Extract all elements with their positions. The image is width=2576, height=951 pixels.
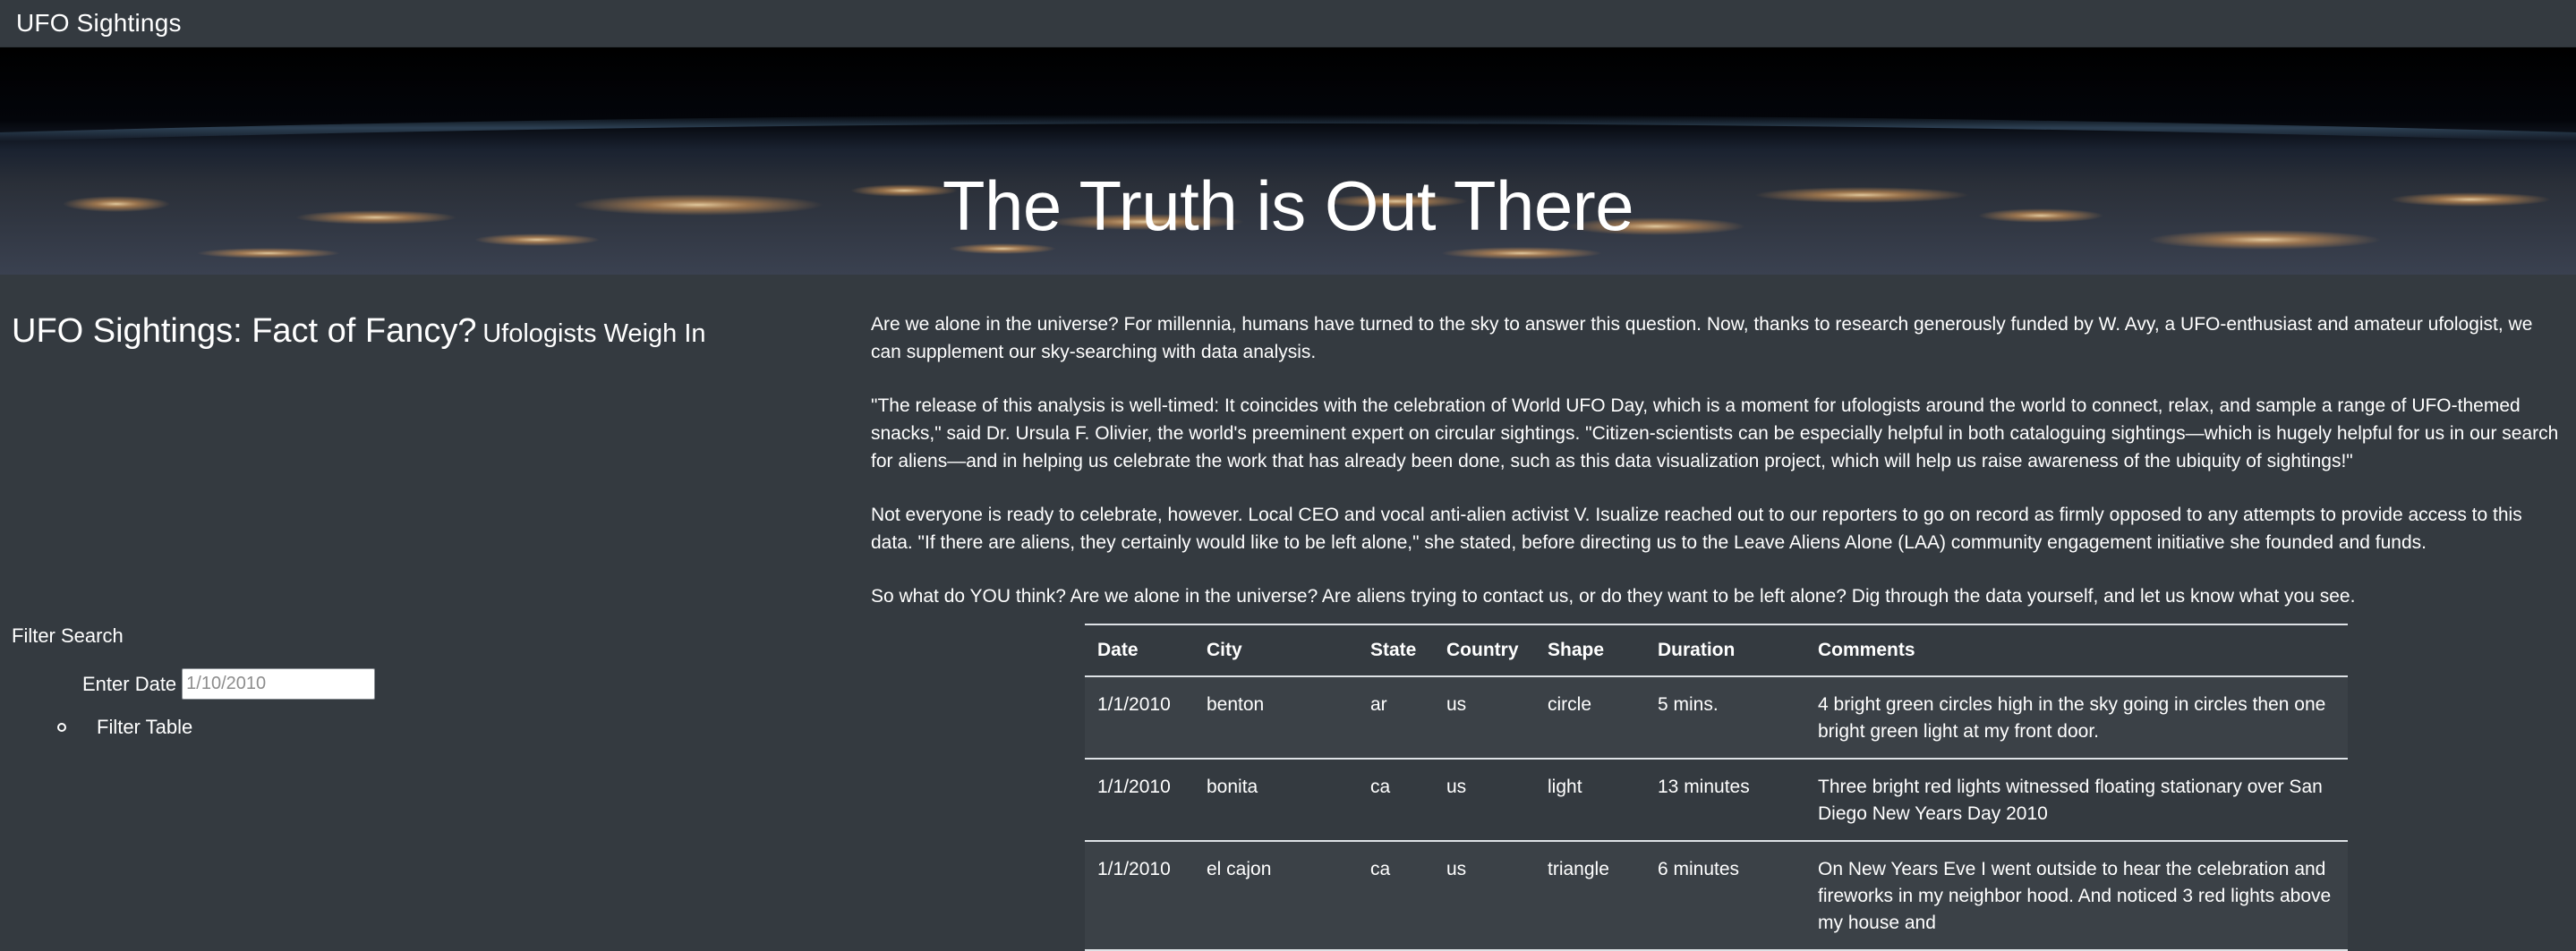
cell-duration: 13 minutes xyxy=(1658,777,1750,797)
header-comments: Comments xyxy=(1818,640,1915,660)
table-body: 1/1/2010 benton ar us circle 5 mins. 4 b… xyxy=(1085,676,2348,950)
header-state: State xyxy=(1370,640,1417,660)
article-paragraph: Not everyone is ready to celebrate, howe… xyxy=(871,505,2522,553)
article-paragraph: "The release of this analysis is well-ti… xyxy=(871,395,2559,471)
article-title: UFO Sightings: Fact of Fancy? Ufologists… xyxy=(12,312,706,351)
filter-search-heading: Filter Search xyxy=(12,624,124,647)
cell-city: el cajon xyxy=(1207,859,1272,879)
cell-country: us xyxy=(1446,859,1467,879)
ufo-table-container: Date City State Country Shape Duration C… xyxy=(1085,624,2348,951)
article-title-sub: Ufologists Weigh In xyxy=(482,319,706,348)
filter-table-button[interactable]: Filter Table xyxy=(97,716,192,739)
navbar-brand-link[interactable]: UFO Sightings xyxy=(16,9,182,38)
cell-city: bonita xyxy=(1207,777,1258,797)
header-country: Country xyxy=(1446,640,1519,660)
cell-shape: circle xyxy=(1548,694,1592,715)
cell-comments: 4 bright green circles high in the sky g… xyxy=(1818,694,2326,742)
navbar: UFO Sightings xyxy=(0,0,2576,47)
cell-country: us xyxy=(1446,777,1467,797)
cell-country: us xyxy=(1446,694,1467,715)
header-date: Date xyxy=(1097,640,1139,660)
cell-comments: On New Years Eve I went outside to hear … xyxy=(1818,859,2332,933)
article-body: Are we alone in the universe? For millen… xyxy=(871,310,2564,636)
table-header-row: Date City State Country Shape Duration C… xyxy=(1085,624,2348,676)
cell-date: 1/1/2010 xyxy=(1097,859,1171,879)
table-row: 1/1/2010 el cajon ca us triangle 6 minut… xyxy=(1085,841,2348,950)
cell-shape: light xyxy=(1548,777,1582,797)
cell-date: 1/1/2010 xyxy=(1097,694,1171,715)
ufo-table: Date City State Country Shape Duration C… xyxy=(1085,624,2348,951)
cell-shape: triangle xyxy=(1548,859,1609,879)
cell-state: ca xyxy=(1370,777,1391,797)
header-shape: Shape xyxy=(1548,640,1605,660)
hero-banner: The Truth is Out There xyxy=(0,47,2576,275)
cell-date: 1/1/2010 xyxy=(1097,777,1171,797)
date-label: Enter Date xyxy=(82,672,177,695)
article-paragraph: So what do YOU think? Are we alone in th… xyxy=(871,586,2356,607)
header-city: City xyxy=(1207,640,1242,660)
hero-title: The Truth is Out There xyxy=(942,166,1634,246)
date-filter-row: Enter Date xyxy=(82,668,376,700)
article-title-main: UFO Sightings: Fact of Fancy? xyxy=(12,312,477,350)
cell-city: benton xyxy=(1207,694,1265,715)
cell-comments: Three bright red lights witnessed floati… xyxy=(1818,777,2323,824)
table-header: Date City State Country Shape Duration C… xyxy=(1085,624,2348,676)
table-row: 1/1/2010 bonita ca us light 13 minutes T… xyxy=(1085,759,2348,841)
table-row: 1/1/2010 benton ar us circle 5 mins. 4 b… xyxy=(1085,676,2348,759)
cell-duration: 6 minutes xyxy=(1658,859,1740,879)
cell-state: ar xyxy=(1370,694,1387,715)
cell-duration: 5 mins. xyxy=(1658,694,1719,715)
cell-state: ca xyxy=(1370,859,1391,879)
circle-bullet-icon xyxy=(57,723,66,732)
header-duration: Duration xyxy=(1658,640,1736,660)
filter-table-item: Filter Table xyxy=(57,716,192,739)
date-input[interactable] xyxy=(182,668,376,700)
article-paragraph: Are we alone in the universe? For millen… xyxy=(871,314,2533,362)
